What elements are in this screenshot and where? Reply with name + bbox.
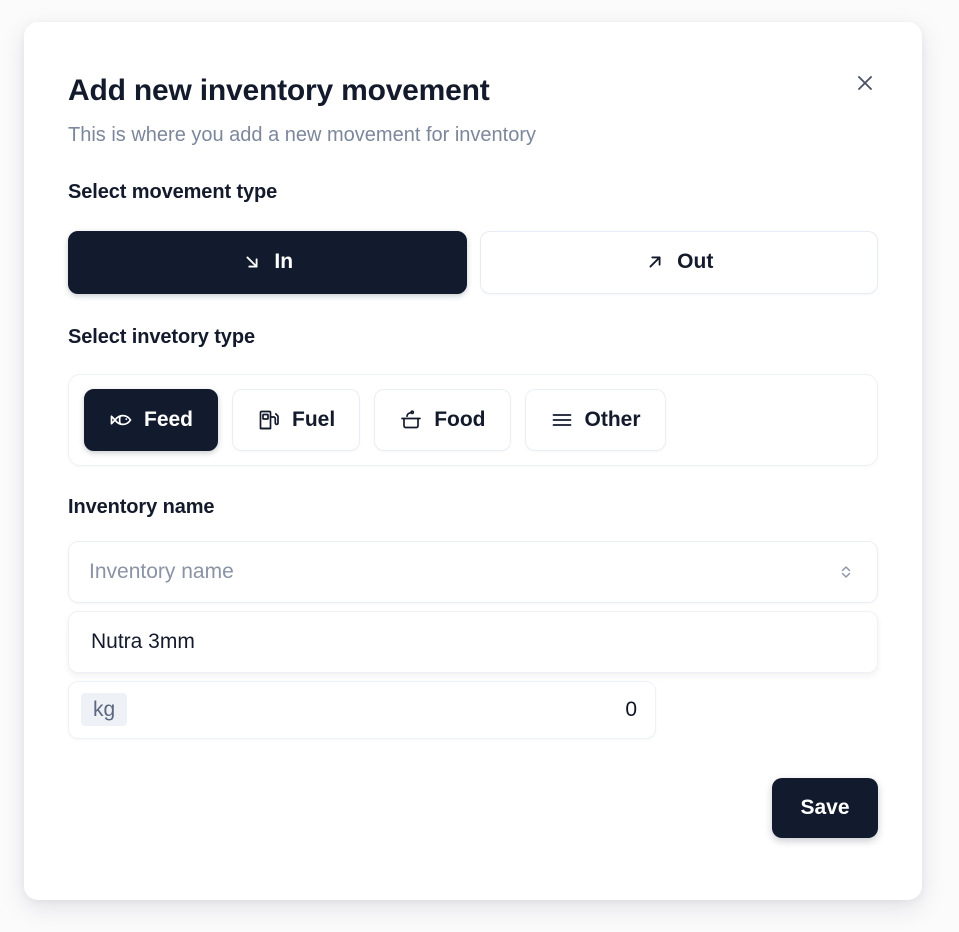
- chevron-up-down-icon: [839, 562, 853, 582]
- inventory-name-select[interactable]: Inventory name: [68, 540, 878, 603]
- movement-type-out-label: Out: [677, 250, 714, 273]
- close-icon-button[interactable]: [848, 66, 882, 100]
- inventory-type-food-button[interactable]: Food: [374, 388, 511, 451]
- save-button[interactable]: Save: [772, 777, 878, 838]
- fish-icon: [109, 408, 133, 432]
- page-root: Add new inventory movement This is where…: [0, 0, 959, 932]
- movement-type-group: In Out: [68, 230, 878, 294]
- quantity-input[interactable]: [517, 697, 637, 722]
- inventory-name-option-item[interactable]: Nutra 3mm: [68, 610, 878, 673]
- gas-pump-icon: [257, 408, 281, 432]
- inventory-type-feed-button[interactable]: Feed: [84, 388, 219, 451]
- inventory-type-feed-label: Feed: [144, 407, 194, 431]
- inventory-type-other-label: Other: [584, 407, 641, 431]
- arrow-up-right-icon: [644, 251, 666, 273]
- inventory-type-group: Feed Fuel Food Other: [68, 373, 878, 466]
- modal-footer: Save: [68, 777, 878, 838]
- movement-type-label: Select movement type: [68, 180, 278, 203]
- movement-type-in-label: In: [274, 250, 294, 273]
- inventory-name-placeholder: Inventory name: [89, 559, 234, 583]
- page-title: Add new inventory movement: [68, 74, 490, 107]
- movement-type-out-button[interactable]: Out: [479, 230, 878, 294]
- close-icon: [855, 73, 875, 93]
- arrow-down-right-icon: [241, 251, 263, 273]
- cooking-pot-icon: [399, 408, 423, 432]
- inventory-type-fuel-label: Fuel: [292, 407, 336, 431]
- inventory-type-other-button[interactable]: Other: [524, 388, 666, 451]
- inventory-type-fuel-button[interactable]: Fuel: [232, 388, 361, 451]
- quantity-field[interactable]: kg: [68, 680, 656, 739]
- inventory-type-food-label: Food: [434, 407, 486, 431]
- add-inventory-movement-modal: Add new inventory movement This is where…: [24, 22, 922, 900]
- modal-subtitle: This is where you add a new movement for…: [68, 123, 536, 146]
- inventory-type-label: Select invetory type: [68, 325, 255, 348]
- list-icon: [550, 408, 574, 432]
- quantity-unit-badge: kg: [81, 693, 128, 726]
- inventory-name-label: Inventory name: [68, 495, 215, 518]
- movement-type-in-button[interactable]: In: [68, 230, 467, 294]
- inventory-name-option-label: Nutra 3mm: [91, 629, 195, 653]
